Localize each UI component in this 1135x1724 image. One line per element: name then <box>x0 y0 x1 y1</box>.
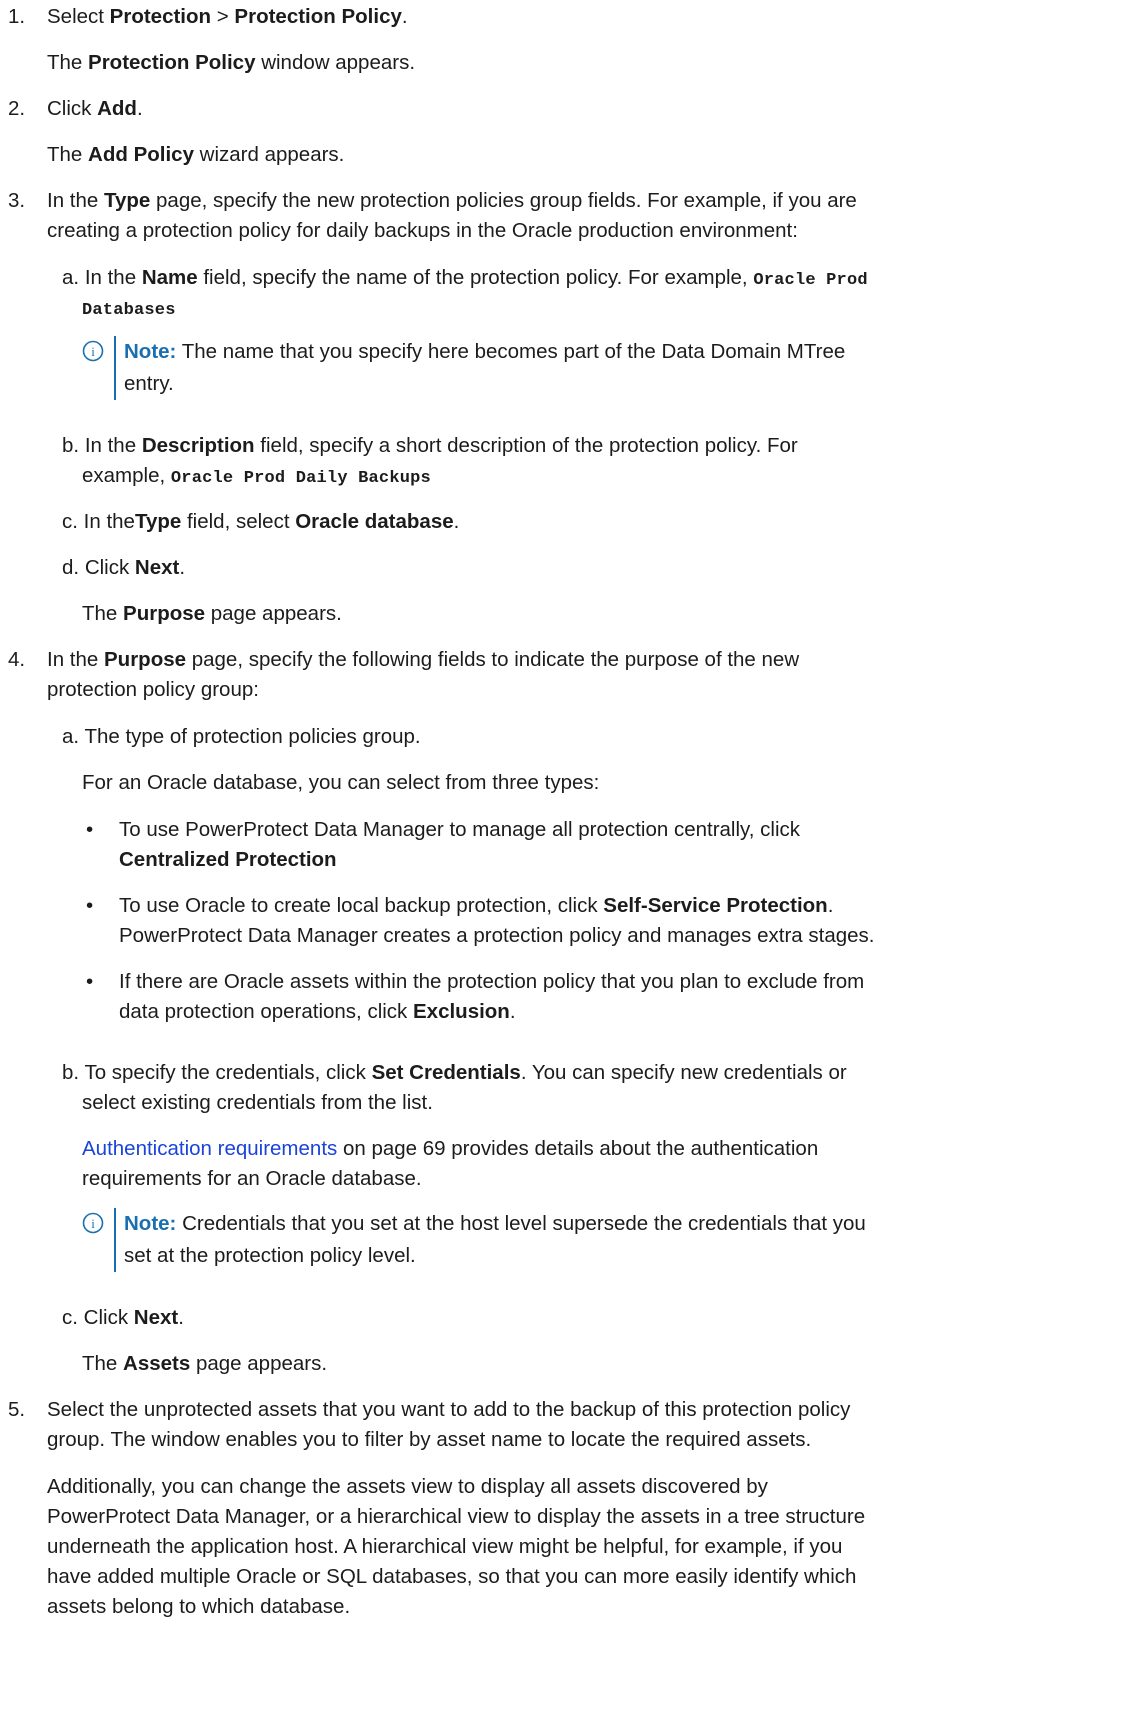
step-5-line-2: group. The window enables you to filter … <box>47 1428 812 1451</box>
procedure-page: { "steps": [ { "num": "1.", "pre": "Sele… <box>0 0 1135 1724</box>
menu-protection: Protection <box>109 5 212 28</box>
step-3-line-1: In the Type page, specify the new protec… <box>47 189 857 212</box>
step-number: 4. <box>8 648 26 671</box>
step-1-result: The Protection Policy window appears. <box>47 51 416 74</box>
substep-4b: b. To specify the credentials, click Set… <box>62 1061 847 1084</box>
paragraph-line: PowerProtect Data Manager, or a hierarch… <box>47 1505 866 1528</box>
paragraph-line: underneath the application host. A hiera… <box>47 1535 843 1558</box>
step-number: 5. <box>8 1398 26 1421</box>
xref-paragraph: Authentication requirements on page 69 p… <box>82 1137 819 1160</box>
note-text: Note: The name that you specify here bec… <box>124 340 846 395</box>
paragraph-line: have added multiple Oracle or SQL databa… <box>47 1565 857 1588</box>
substep-4c: c. Click Next. <box>62 1306 184 1329</box>
note-box: i Note: Credentials that you set at the … <box>82 1208 1082 1272</box>
note-bar <box>114 336 116 400</box>
menu-protection-policy: Protection Policy <box>234 5 402 28</box>
bullet-item-line-2: Centralized Protection <box>119 848 337 871</box>
substep-4b-line-2: select existing credentials from the lis… <box>82 1091 433 1114</box>
step-4-line-1: In the Purpose page, specify the followi… <box>47 648 800 671</box>
note-label: Note: <box>124 1212 177 1235</box>
authentication-requirements-link[interactable]: Authentication requirements <box>82 1137 337 1160</box>
step-1-text: Select Protection > Protection Policy. <box>47 5 408 28</box>
substep-3b-line-2: example, Oracle Prod Daily Backups <box>82 464 431 488</box>
bullet-icon: • <box>86 970 94 993</box>
step-2-text: Click Add. <box>47 97 143 120</box>
substep-3b: b. In the Description field, specify a s… <box>62 434 798 457</box>
substep-4c-result: The Assets page appears. <box>82 1352 328 1375</box>
substep-4a: a. The type of protection policies group… <box>62 725 421 748</box>
substep-3a: a. In the Name field, specify the name o… <box>62 266 868 290</box>
step-3-line-2: creating a protection policy for daily b… <box>47 219 798 242</box>
xref-paragraph-line-2: requirements for an Oracle database. <box>82 1167 422 1190</box>
substep-4a-intro: For an Oracle database, you can select f… <box>82 771 600 794</box>
step-2-result: The Add Policy wizard appears. <box>47 143 345 166</box>
paragraph-line: Additionally, you can change the assets … <box>47 1475 768 1498</box>
svg-text:i: i <box>91 344 95 359</box>
step-number: 3. <box>8 189 26 212</box>
bullet-icon: • <box>86 894 94 917</box>
info-circle-icon: i <box>82 340 104 362</box>
info-circle-icon: i <box>82 1212 104 1234</box>
substep-3d-result: The Purpose page appears. <box>82 602 342 625</box>
substep-3a-line-2: Databases <box>82 293 176 326</box>
svg-text:i: i <box>91 1216 95 1231</box>
bullet-item-line-2: PowerProtect Data Manager creates a prot… <box>119 924 875 947</box>
step-number: 1. <box>8 5 26 28</box>
note-label: Note: <box>124 340 177 363</box>
substep-3c: c. In theType field, select Oracle datab… <box>62 510 460 533</box>
note-box: i Note: The name that you specify here b… <box>82 336 1082 400</box>
code-sample: Oracle Prod Daily Backups <box>170 469 431 488</box>
code-sample: Databases <box>82 301 176 320</box>
step-4-line-2: protection policy group: <box>47 678 259 701</box>
note-bar <box>114 1208 116 1272</box>
paragraph-line: assets belong to which database. <box>47 1595 351 1618</box>
substep-3d: d. Click Next. <box>62 556 186 579</box>
note-text: Note: Credentials that you set at the ho… <box>124 1212 866 1267</box>
code-sample: Oracle Prod <box>753 271 868 290</box>
step-5-line-1: Select the unprotected assets that you w… <box>47 1398 851 1421</box>
add-button-ref: Add <box>97 97 137 120</box>
bullet-icon: • <box>86 818 94 841</box>
step-number: 2. <box>8 97 26 120</box>
bullet-item-line-2: data protection operations, click Exclus… <box>119 1000 516 1023</box>
